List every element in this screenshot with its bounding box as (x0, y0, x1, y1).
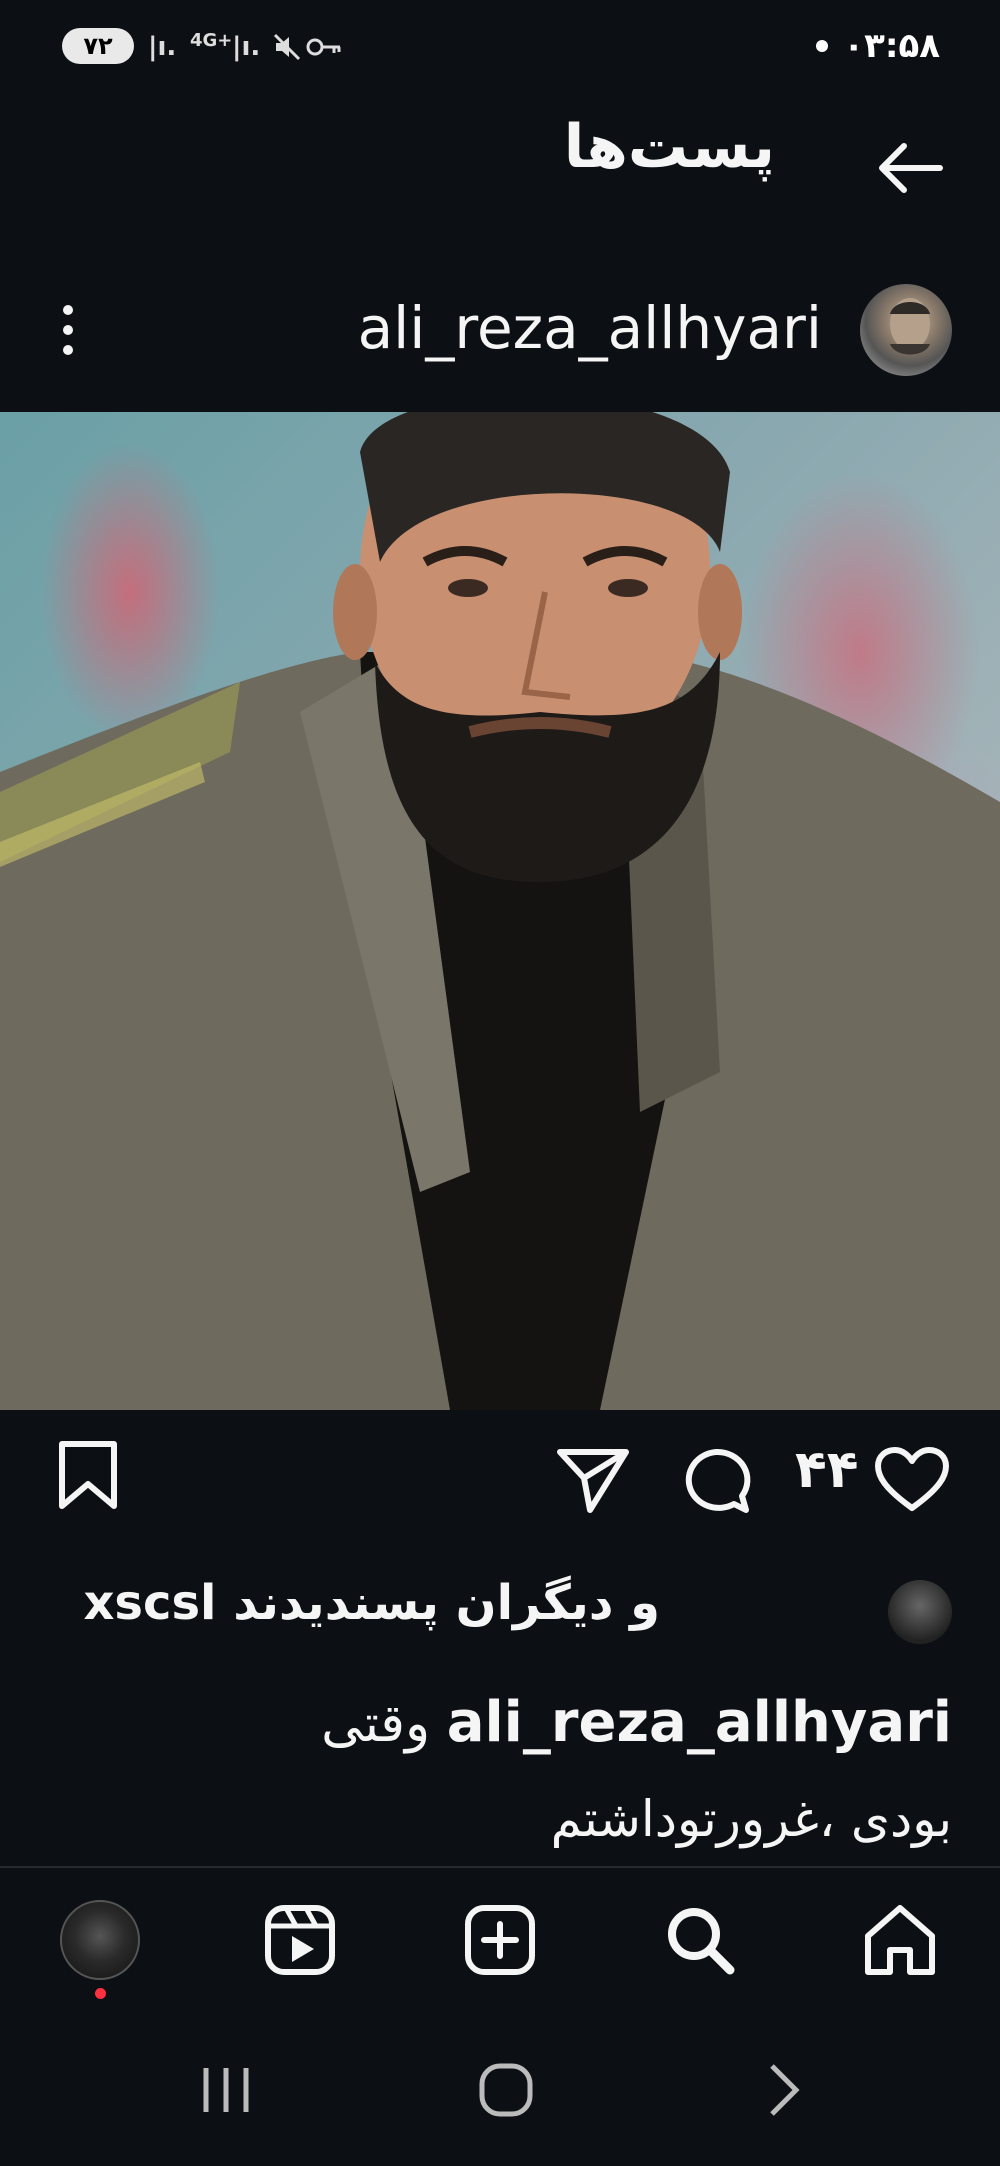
battery-indicator: ۷۲ (62, 28, 134, 64)
network-type: 4G+ (190, 30, 233, 51)
home-icon[interactable] (860, 1900, 940, 1980)
post-image[interactable] (0, 412, 1000, 1410)
notification-dot (816, 40, 828, 52)
nav-divider (0, 1866, 1000, 1868)
bookmark-icon[interactable] (56, 1440, 120, 1512)
status-bar: ۷۲ |ı. 4G+ |ı. ۰۳:۵۸ (0, 0, 1000, 96)
more-options-icon[interactable] (56, 300, 80, 360)
heart-icon[interactable] (874, 1446, 950, 1514)
search-icon[interactable] (660, 1900, 740, 1980)
send-icon[interactable] (556, 1446, 630, 1514)
back-arrow-icon[interactable] (870, 128, 950, 208)
caption-text-2: بودی ،غرورتوداشتم (550, 1790, 952, 1848)
mute-icon (273, 33, 301, 61)
vpn-key-icon (306, 38, 341, 56)
liked-by-text[interactable]: و دیگران پسندیدند xscsl (83, 1575, 660, 1631)
profile-tab-avatar[interactable] (60, 1900, 140, 1980)
clock: ۰۳:۵۸ (843, 26, 940, 66)
comment-icon[interactable] (680, 1446, 752, 1516)
liker-avatar[interactable] (888, 1580, 952, 1644)
post-username[interactable]: ali_reza_allhyari (358, 294, 822, 362)
recent-apps-icon[interactable] (200, 2060, 252, 2120)
profile-notification-dot (95, 1988, 106, 1999)
page-title: پست‌ها (563, 112, 775, 182)
back-button-icon[interactable] (764, 2060, 804, 2120)
signal-icon: |ı. (148, 32, 177, 62)
signal-icon-2: |ı. (232, 32, 261, 62)
plus-square-icon[interactable] (460, 1900, 540, 1980)
home-button-icon[interactable] (478, 2060, 534, 2120)
like-count[interactable]: ۴۴ (795, 1440, 858, 1500)
portrait-illustration (0, 412, 1000, 1410)
post-author-avatar[interactable] (860, 284, 952, 376)
caption-line-1: ali_reza_allhyari وقتی (321, 1690, 952, 1755)
reels-icon[interactable] (260, 1900, 340, 1980)
caption-text-1: وقتی (321, 1694, 431, 1754)
caption-username[interactable]: ali_reza_allhyari (447, 1690, 952, 1755)
